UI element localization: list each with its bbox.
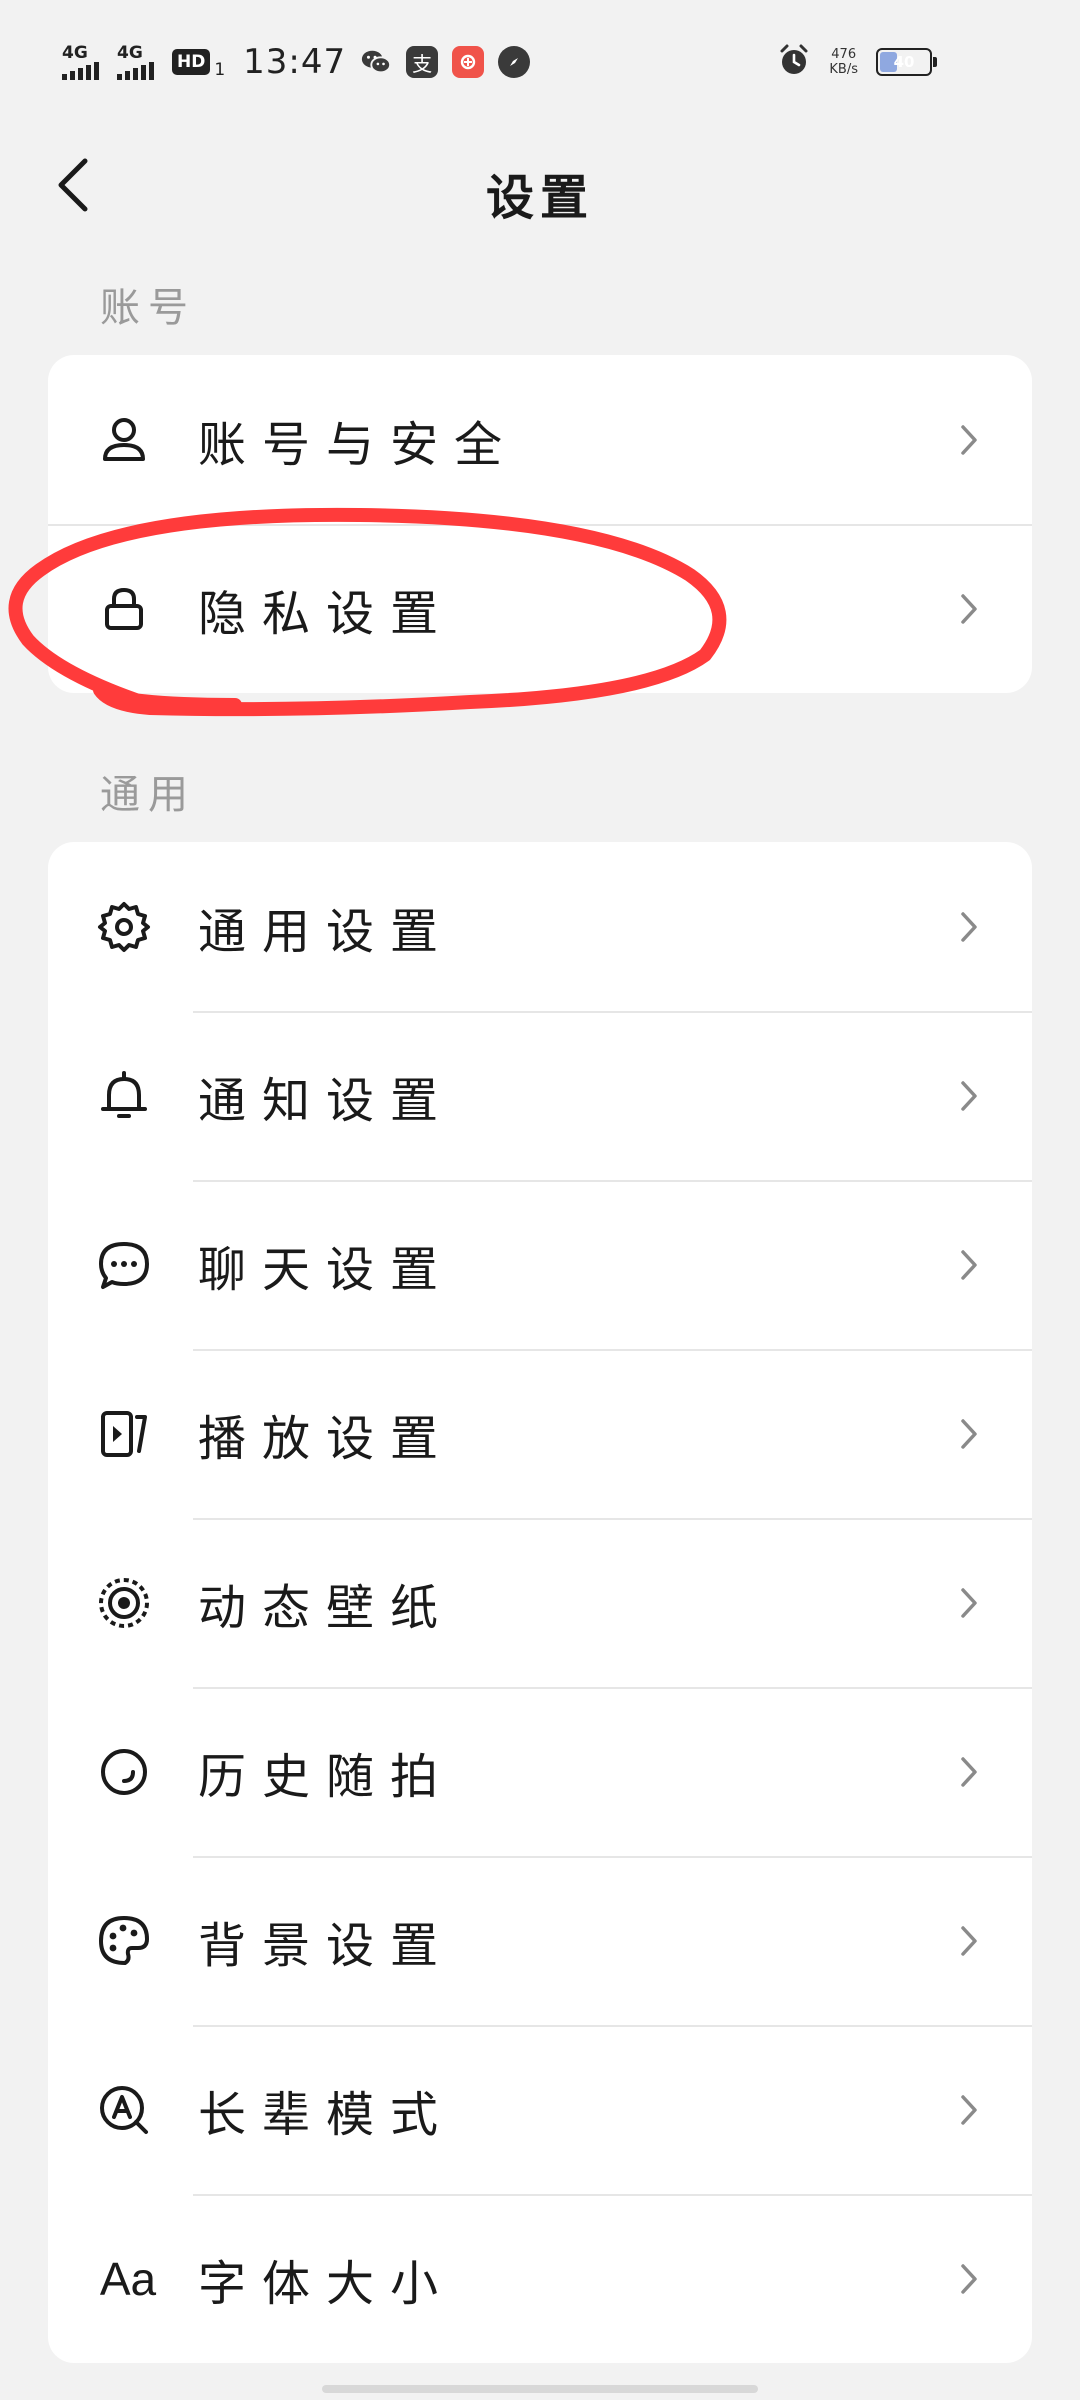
pinduoduo-icon [452, 46, 485, 78]
settings-item-label: 聊天设置 [198, 1241, 455, 1298]
settings-item-playback[interactable]: 播放设置 [48, 1349, 1032, 1518]
signal-2-bars-icon [117, 62, 154, 80]
alipay-icon: 支 [406, 46, 439, 78]
page-title: 设置 [485, 170, 594, 226]
chevron-right-icon [954, 589, 984, 629]
settings-item-label: 动态壁纸 [198, 1579, 455, 1636]
status-time: 13:47 [243, 42, 347, 82]
signal-1: 4G [62, 44, 99, 80]
home-indicator[interactable] [322, 2385, 758, 2393]
chat-bubble-icon [95, 1236, 153, 1294]
wechat-icon [360, 46, 392, 78]
signal-1-bars-icon [62, 62, 99, 80]
battery-level: 40 [893, 53, 915, 71]
settings-item-label: 长辈模式 [198, 2086, 455, 2143]
network-speed-unit: KB/s [829, 62, 858, 77]
status-bar-left: 4G 4G HD 1 13:47 支 [62, 38, 531, 86]
play-icon [95, 1405, 153, 1463]
alarm-icon [777, 43, 811, 81]
chevron-right-icon [954, 1921, 984, 1961]
chevron-right-icon [954, 1245, 984, 1285]
chevron-right-icon [954, 1752, 984, 1792]
chevron-right-icon [954, 2090, 984, 2130]
settings-item-label: 通用设置 [198, 903, 455, 960]
section-label-general: 通用 [100, 772, 196, 818]
chevron-right-icon [954, 1583, 984, 1623]
user-icon [95, 411, 153, 469]
gear-icon [95, 898, 153, 956]
hd-voice-sub: 1 [214, 60, 226, 80]
lock-icon [95, 580, 153, 638]
settings-item-history-snaps[interactable]: 历史随拍 [48, 1687, 1032, 1856]
alipay-icon-label: 支 [412, 51, 433, 76]
palette-icon [95, 1912, 153, 1970]
elder-mode-icon [95, 2081, 153, 2139]
font-size-icon: Aa [93, 2250, 163, 2308]
chevron-right-icon [954, 2259, 984, 2299]
settings-item-label: 隐私设置 [198, 585, 455, 642]
hd-voice-badge: HD [172, 49, 211, 75]
compass-icon [498, 46, 531, 78]
history-icon [95, 1743, 153, 1801]
signal-2: 4G [117, 44, 154, 80]
section-label-account: 账号 [100, 285, 196, 331]
chevron-right-icon [954, 1076, 984, 1116]
settings-item-label: 历史随拍 [198, 1748, 455, 1805]
settings-item-privacy[interactable]: 隐私设置 [48, 524, 1032, 693]
chevron-right-icon [954, 1414, 984, 1454]
settings-item-label: 字体大小 [198, 2255, 455, 2312]
settings-item-background[interactable]: 背景设置 [48, 1856, 1032, 2025]
settings-item-live-wallpaper[interactable]: 动态壁纸 [48, 1518, 1032, 1687]
settings-item-chat[interactable]: 聊天设置 [48, 1180, 1032, 1349]
font-size-glyph: Aa [99, 2252, 157, 2305]
settings-item-account-security[interactable]: 账号与安全 [48, 355, 1032, 524]
app-header: 设置 [0, 130, 1080, 240]
status-bar-right: 476 KB/s 40 [777, 40, 937, 84]
settings-item-general[interactable]: 通用设置 [48, 842, 1032, 1011]
chevron-right-icon [954, 420, 984, 460]
battery-icon: 40 [876, 48, 937, 76]
signal-1-type: 4G [62, 43, 88, 63]
settings-item-elder-mode[interactable]: 长辈模式 [48, 2025, 1032, 2194]
settings-item-notification[interactable]: 通知设置 [48, 1011, 1032, 1180]
general-card: 通用设置 通知设置 聊天设置 播放设置 动态壁纸 历史随拍 背景设置 长辈模式 … [48, 842, 1032, 2363]
settings-item-label: 账号与安全 [198, 416, 519, 473]
status-bar: 4G 4G HD 1 13:47 支 476 KB/s 40 [0, 0, 1080, 120]
settings-item-label: 背景设置 [198, 1917, 455, 1974]
network-speed: 476 KB/s [829, 47, 858, 77]
bell-icon [95, 1067, 153, 1125]
signal-2-type: 4G [117, 43, 143, 63]
wallpaper-icon [95, 1574, 153, 1632]
settings-item-font-size[interactable]: Aa 字体大小 [48, 2194, 1032, 2363]
network-speed-value: 476 [831, 47, 857, 62]
chevron-right-icon [954, 907, 984, 947]
account-card: 账号与安全 隐私设置 [48, 355, 1032, 693]
settings-item-label: 通知设置 [198, 1072, 455, 1129]
settings-item-label: 播放设置 [198, 1410, 455, 1467]
